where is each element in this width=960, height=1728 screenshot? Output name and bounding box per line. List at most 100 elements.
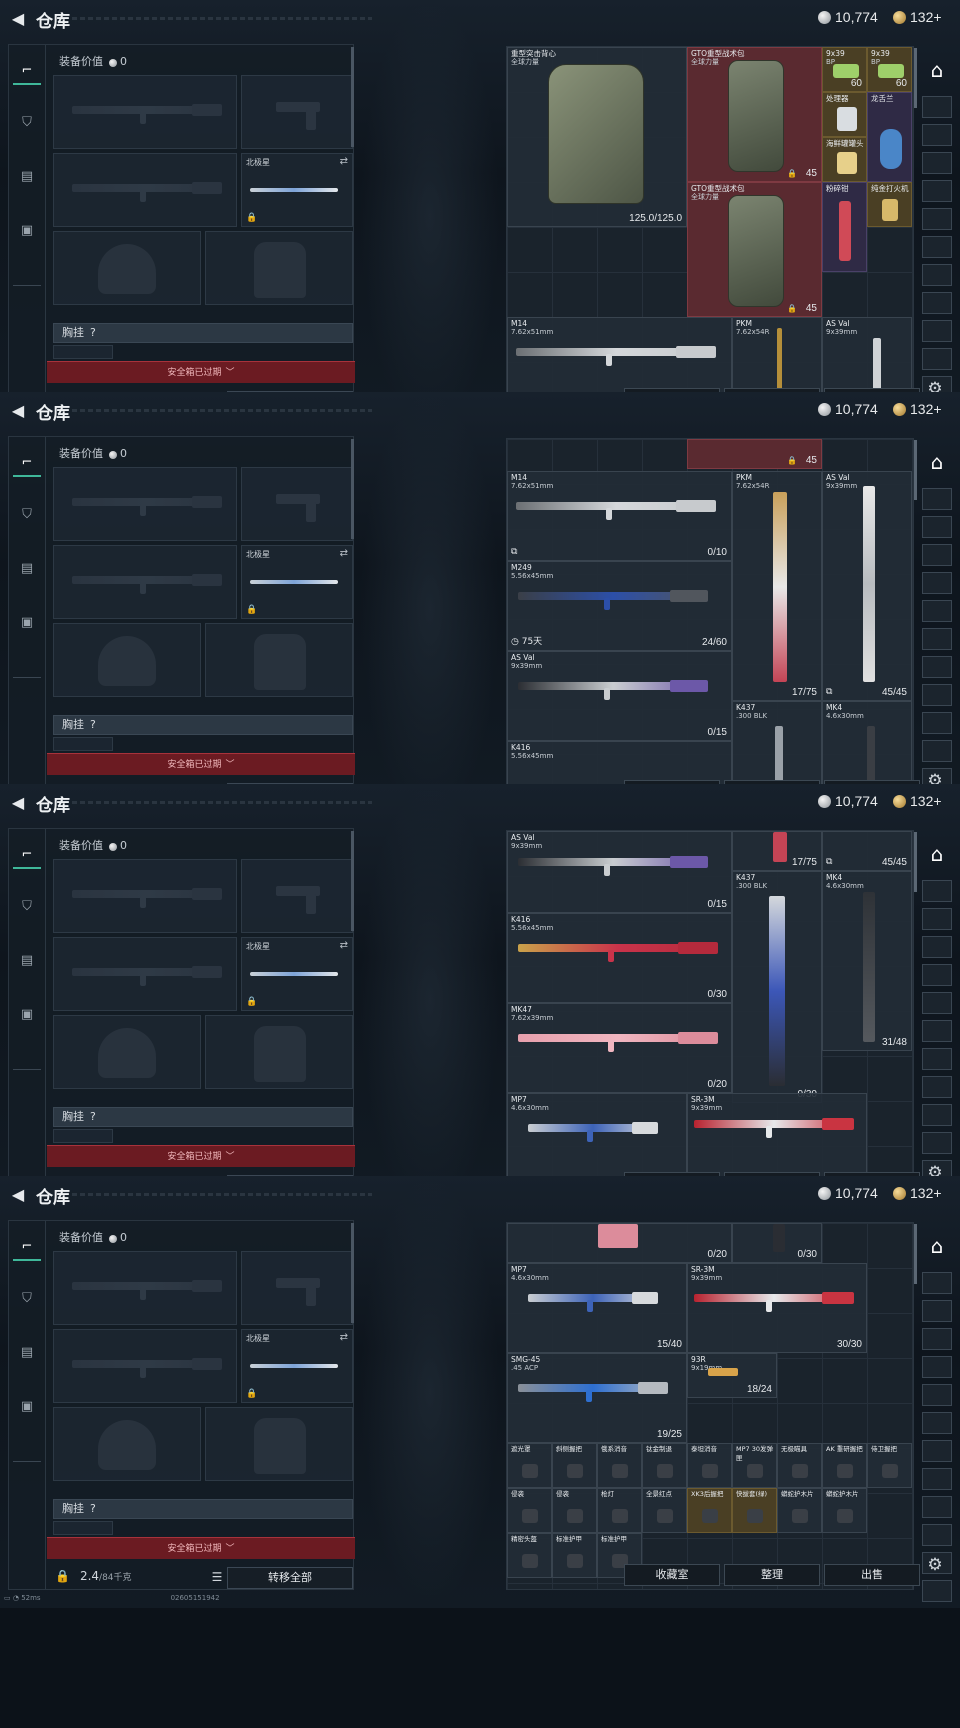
- attachment-item[interactable]: XK3后握把: [687, 1488, 732, 1533]
- tab-briefcase-icon[interactable]: ▣: [13, 217, 41, 245]
- tab-armor-icon[interactable]: ⛉: [13, 893, 41, 921]
- storage-active-icon[interactable]: ⌂: [922, 840, 952, 868]
- gold-lighter-item[interactable]: 纯金打火机: [867, 182, 912, 227]
- attachment-item[interactable]: 标准护甲: [552, 1533, 597, 1578]
- m249-item[interactable]: M249 5.56x45mm ◷ 75天 24/60: [507, 561, 732, 651]
- tab-briefcase-icon[interactable]: ▣: [13, 1001, 41, 1029]
- chest-help-icon[interactable]: ?: [90, 1110, 96, 1123]
- storage-tab-10[interactable]: [922, 1132, 952, 1154]
- attachment-item[interactable]: AK 重研握把: [822, 1443, 867, 1488]
- storage-tab-7[interactable]: [922, 1440, 952, 1462]
- tab-armor-icon[interactable]: ⛉: [13, 109, 41, 137]
- tab-armor-icon[interactable]: ⛉: [13, 1285, 41, 1313]
- storage-tab-3[interactable]: [922, 544, 952, 566]
- storage-tab-8[interactable]: [922, 1468, 952, 1490]
- storage-tab-9[interactable]: [922, 1496, 952, 1518]
- storage-tab-5[interactable]: [922, 992, 952, 1014]
- back-arrow-icon[interactable]: ◀: [8, 401, 28, 421]
- helmet-slot[interactable]: [53, 1015, 201, 1089]
- storage-tab-6[interactable]: [922, 1020, 952, 1042]
- swap-icon[interactable]: ⇄: [340, 1332, 348, 1343]
- attachment-item[interactable]: 侵袭: [507, 1488, 552, 1533]
- attachment-item[interactable]: 泰坦消音: [687, 1443, 732, 1488]
- armor-slot[interactable]: [205, 1015, 353, 1089]
- back-arrow-icon[interactable]: ◀: [8, 9, 28, 29]
- asval-item[interactable]: AS Val 9x39mm ⧉ 45/45: [822, 471, 912, 701]
- left-scrollbar[interactable]: [351, 831, 354, 931]
- primary-weapon-slot[interactable]: [53, 859, 237, 933]
- collection-button[interactable]: 收藏室: [624, 1564, 720, 1586]
- storage-tab-5[interactable]: [922, 600, 952, 622]
- m14-item[interactable]: M14 7.62x51mm ⧉ 0/10: [507, 471, 732, 561]
- storage-tab-1[interactable]: [922, 880, 952, 902]
- tab-clipboard-icon[interactable]: ▤: [13, 555, 41, 583]
- primary-weapon-slot[interactable]: [53, 467, 237, 541]
- attachment-item[interactable]: 侍卫握把: [867, 1443, 912, 1488]
- storage-tab-7[interactable]: [922, 264, 952, 286]
- swap-icon[interactable]: ⇄: [340, 548, 348, 559]
- gold-currency[interactable]: 132+: [893, 401, 942, 417]
- asval-top-item[interactable]: ⧉ 45/45: [822, 831, 912, 871]
- storage-tab-4[interactable]: [922, 572, 952, 594]
- pkm-item[interactable]: 17/75: [732, 831, 822, 871]
- storage-tab-6[interactable]: [922, 1412, 952, 1434]
- sr3m-item[interactable]: SR-3M 9x39mm 30/30: [687, 1263, 867, 1353]
- safe-box-expired-bar[interactable]: 安全箱已过期 ﹀: [47, 361, 355, 383]
- right-scrollbar[interactable]: [914, 832, 917, 892]
- mk4-item[interactable]: MK4 4.6x30mm 31/48: [822, 871, 912, 1051]
- asval2-item[interactable]: AS Val 9x39mm 0/15: [507, 651, 732, 741]
- tab-briefcase-icon[interactable]: ▣: [13, 1393, 41, 1421]
- attachment-item[interactable]: 蟒蛇护木片: [822, 1488, 867, 1533]
- storage-tab-9[interactable]: [922, 320, 952, 342]
- right-scrollbar[interactable]: [914, 1224, 917, 1284]
- smg45-item[interactable]: SMG-45.45 ACP 19/25: [507, 1353, 687, 1443]
- back-arrow-icon[interactable]: ◀: [8, 1185, 28, 1205]
- attachment-item[interactable]: 遮光罩: [507, 1443, 552, 1488]
- storage-tab-10[interactable]: [922, 740, 952, 762]
- gold-currency[interactable]: 132+: [893, 9, 942, 25]
- backpack-item[interactable]: 🔒 45: [687, 439, 822, 469]
- pistol-slot[interactable]: [241, 467, 353, 541]
- storage-active-icon[interactable]: ⌂: [922, 1232, 952, 1260]
- chest-rig-row[interactable]: 胸挂?: [53, 323, 353, 343]
- add-gold-icon[interactable]: +: [933, 1185, 941, 1201]
- storage-tab-6[interactable]: [922, 236, 952, 258]
- right-scrollbar[interactable]: [914, 48, 917, 108]
- armor-slot[interactable]: [205, 231, 353, 305]
- add-gold-icon[interactable]: +: [933, 401, 941, 417]
- chest-help-icon[interactable]: ?: [90, 326, 96, 339]
- storage-tab-8[interactable]: [922, 1076, 952, 1098]
- chest-help-icon[interactable]: ?: [90, 718, 96, 731]
- storage-tab-1[interactable]: [922, 96, 952, 118]
- safe-box-expired-bar[interactable]: 安全箱已过期 ﹀: [47, 753, 355, 775]
- storage-tab-7[interactable]: [922, 656, 952, 678]
- mp7-item[interactable]: MP7 4.6x30mm 15/40: [507, 1263, 687, 1353]
- attachment-item[interactable]: 全景红点: [642, 1488, 687, 1533]
- attachment-item[interactable]: 快拔套(绿): [732, 1488, 777, 1533]
- tab-clipboard-icon[interactable]: ▤: [13, 1339, 41, 1367]
- gold-currency[interactable]: 132+: [893, 1185, 942, 1201]
- add-gold-icon[interactable]: +: [933, 793, 941, 809]
- helmet-slot[interactable]: [53, 231, 201, 305]
- backpack-item-2[interactable]: GTO重型战术包 全球力量 🔒 45: [687, 182, 822, 317]
- melee-slot[interactable]: 北极星 ⇄ 🔒: [241, 545, 353, 619]
- secondary-weapon-slot[interactable]: [53, 1329, 237, 1403]
- crusher-item[interactable]: 粉碎钳: [822, 182, 867, 272]
- mk4-item[interactable]: MK4 4.6x30mm: [822, 701, 912, 791]
- tab-weapons-icon[interactable]: ⌐: [13, 57, 41, 85]
- safe-box-expired-bar[interactable]: 安全箱已过期 ﹀: [47, 1537, 355, 1559]
- k437-item[interactable]: K437.300 BLK: [732, 701, 822, 791]
- left-scrollbar[interactable]: [351, 47, 354, 147]
- processor-item[interactable]: 处理器: [822, 92, 867, 137]
- attachment-item[interactable]: 枪灯: [597, 1488, 642, 1533]
- attachment-item[interactable]: 斜侧握把: [552, 1443, 597, 1488]
- attachment-item[interactable]: 俄系消音: [597, 1443, 642, 1488]
- asval-item[interactable]: AS Val 9x39mm 0/15: [507, 831, 732, 913]
- secondary-weapon-slot[interactable]: [53, 937, 237, 1011]
- storage-tab-1[interactable]: [922, 488, 952, 510]
- armor-slot[interactable]: [205, 623, 353, 697]
- chest-rig-row[interactable]: 胸挂?: [53, 1499, 353, 1519]
- storage-tab-2[interactable]: [922, 124, 952, 146]
- pkm-item[interactable]: PKM 7.62x54R 17/75: [732, 471, 822, 701]
- primary-weapon-slot[interactable]: [53, 75, 237, 149]
